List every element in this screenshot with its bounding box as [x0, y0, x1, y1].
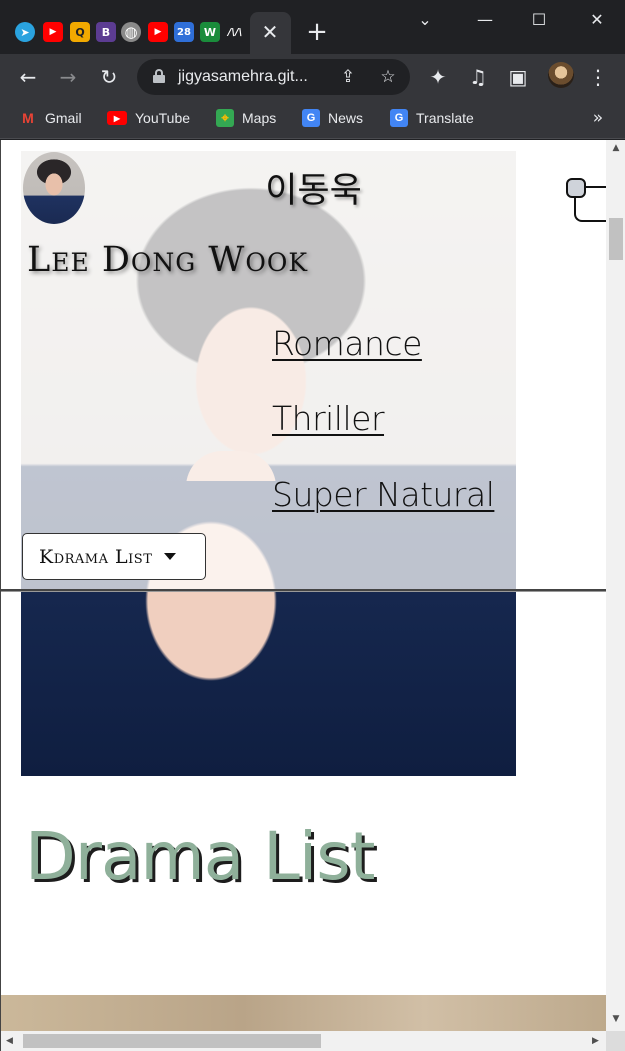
youtube-icon-2[interactable]: ▶: [148, 22, 168, 42]
w-icon[interactable]: W: [200, 22, 220, 42]
dropdown-label: Kdrama List: [39, 545, 153, 568]
bookmarks-overflow-button[interactable]: »: [588, 106, 608, 130]
bookmarks-bar: M Gmail ▶ YouTube ⌖ Maps G News G Transl…: [0, 100, 625, 139]
bookmark-star-icon[interactable]: ☆: [376, 65, 400, 89]
caret-down-icon: [164, 553, 177, 560]
page-viewport: 이동욱 Lee Dong Wook Romance Thriller Super…: [0, 140, 625, 1051]
youtube-icon: ▶: [107, 111, 127, 125]
horizontal-scrollbar[interactable]: ◀ ▶: [1, 1031, 606, 1051]
extensions-icon[interactable]: ✦: [424, 63, 452, 91]
scroll-down-icon[interactable]: ▼: [606, 1011, 625, 1028]
bookmark-label: News: [328, 110, 364, 126]
bookmark-news[interactable]: G News: [302, 106, 363, 130]
minimize-button[interactable]: —: [470, 8, 500, 32]
reload-button[interactable]: ↻: [95, 63, 123, 91]
scroll-up-icon[interactable]: ▲: [606, 140, 625, 157]
profile-avatar[interactable]: [548, 62, 574, 88]
drama-photo: [1, 995, 606, 1035]
share-icon[interactable]: ⇪: [336, 65, 360, 89]
q-icon[interactable]: Q: [70, 22, 90, 42]
address-bar[interactable]: jigyasamehra.git... ⇪ ☆: [137, 59, 410, 95]
maps-icon: ⌖: [216, 109, 234, 127]
horizontal-scroll-thumb[interactable]: [23, 1034, 321, 1048]
site-navbar: 이동욱 Lee Dong Wook Romance Thriller Super…: [1, 140, 614, 591]
nav-link-thriller[interactable]: Thriller: [272, 399, 385, 438]
maximize-button[interactable]: ☐: [524, 8, 554, 32]
section-title: Drama List: [25, 818, 375, 895]
medium-icon[interactable]: /\/\: [225, 22, 245, 42]
browser-toolbar: ← → ↻ jigyasamehra.git... ⇪ ☆ ✦ ♫ ▣ ⋮: [0, 54, 625, 100]
vertical-scrollbar[interactable]: ▲ ▼: [606, 140, 625, 1031]
bookmark-label: Translate: [416, 110, 474, 126]
bookmark-label: Gmail: [45, 110, 82, 126]
bookmark-gmail[interactable]: M Gmail: [19, 106, 82, 130]
scroll-left-icon[interactable]: ◀: [1, 1031, 18, 1051]
news-icon: G: [302, 109, 320, 127]
bookmark-maps[interactable]: ⌖ Maps: [216, 106, 276, 130]
forward-button[interactable]: →: [54, 63, 82, 91]
nav-link-super-natural[interactable]: Super Natural: [272, 475, 495, 514]
english-name-heading: Lee Dong Wook: [27, 240, 309, 280]
bookmark-label: YouTube: [135, 110, 191, 126]
globe-icon[interactable]: ◍: [121, 22, 141, 42]
translate-icon: G: [390, 109, 408, 127]
new-tab-button[interactable]: +: [304, 18, 330, 46]
youtube-icon[interactable]: ▶: [43, 22, 63, 42]
gmail-icon: M: [22, 110, 34, 126]
kdrama-list-dropdown[interactable]: Kdrama List: [22, 533, 206, 580]
scrollbar-corner: [606, 1031, 625, 1051]
colorful-icon[interactable]: 28: [174, 22, 194, 42]
tab-strip: ➤ ▶ Q B ◍ ▶ 28 W /\/\ ✕ + ⌄ — ☐ ✕: [0, 0, 625, 54]
url-text[interactable]: jigyasamehra.git...: [178, 59, 308, 95]
bookmark-label: Maps: [242, 110, 277, 126]
bookmark-translate[interactable]: G Translate: [390, 106, 474, 130]
lock-icon[interactable]: [153, 69, 165, 83]
tab-search-button[interactable]: ⌄: [410, 8, 440, 32]
close-window-button[interactable]: ✕: [582, 8, 612, 32]
side-panel-icon[interactable]: ▣: [504, 63, 532, 91]
vertical-scroll-thumb[interactable]: [609, 218, 623, 260]
korean-name-heading: 이동욱: [265, 171, 362, 211]
back-button[interactable]: ←: [14, 63, 42, 91]
scroll-right-icon[interactable]: ▶: [587, 1031, 604, 1051]
telegram-icon[interactable]: ➤: [15, 22, 35, 42]
b-icon[interactable]: B: [96, 22, 116, 42]
bookmark-youtube[interactable]: ▶ YouTube: [107, 106, 190, 130]
nav-link-romance[interactable]: Romance: [272, 324, 422, 363]
menu-icon[interactable]: ⋮: [584, 63, 612, 91]
close-tab-icon[interactable]: ✕: [258, 20, 282, 44]
media-control-icon[interactable]: ♫: [464, 63, 492, 91]
